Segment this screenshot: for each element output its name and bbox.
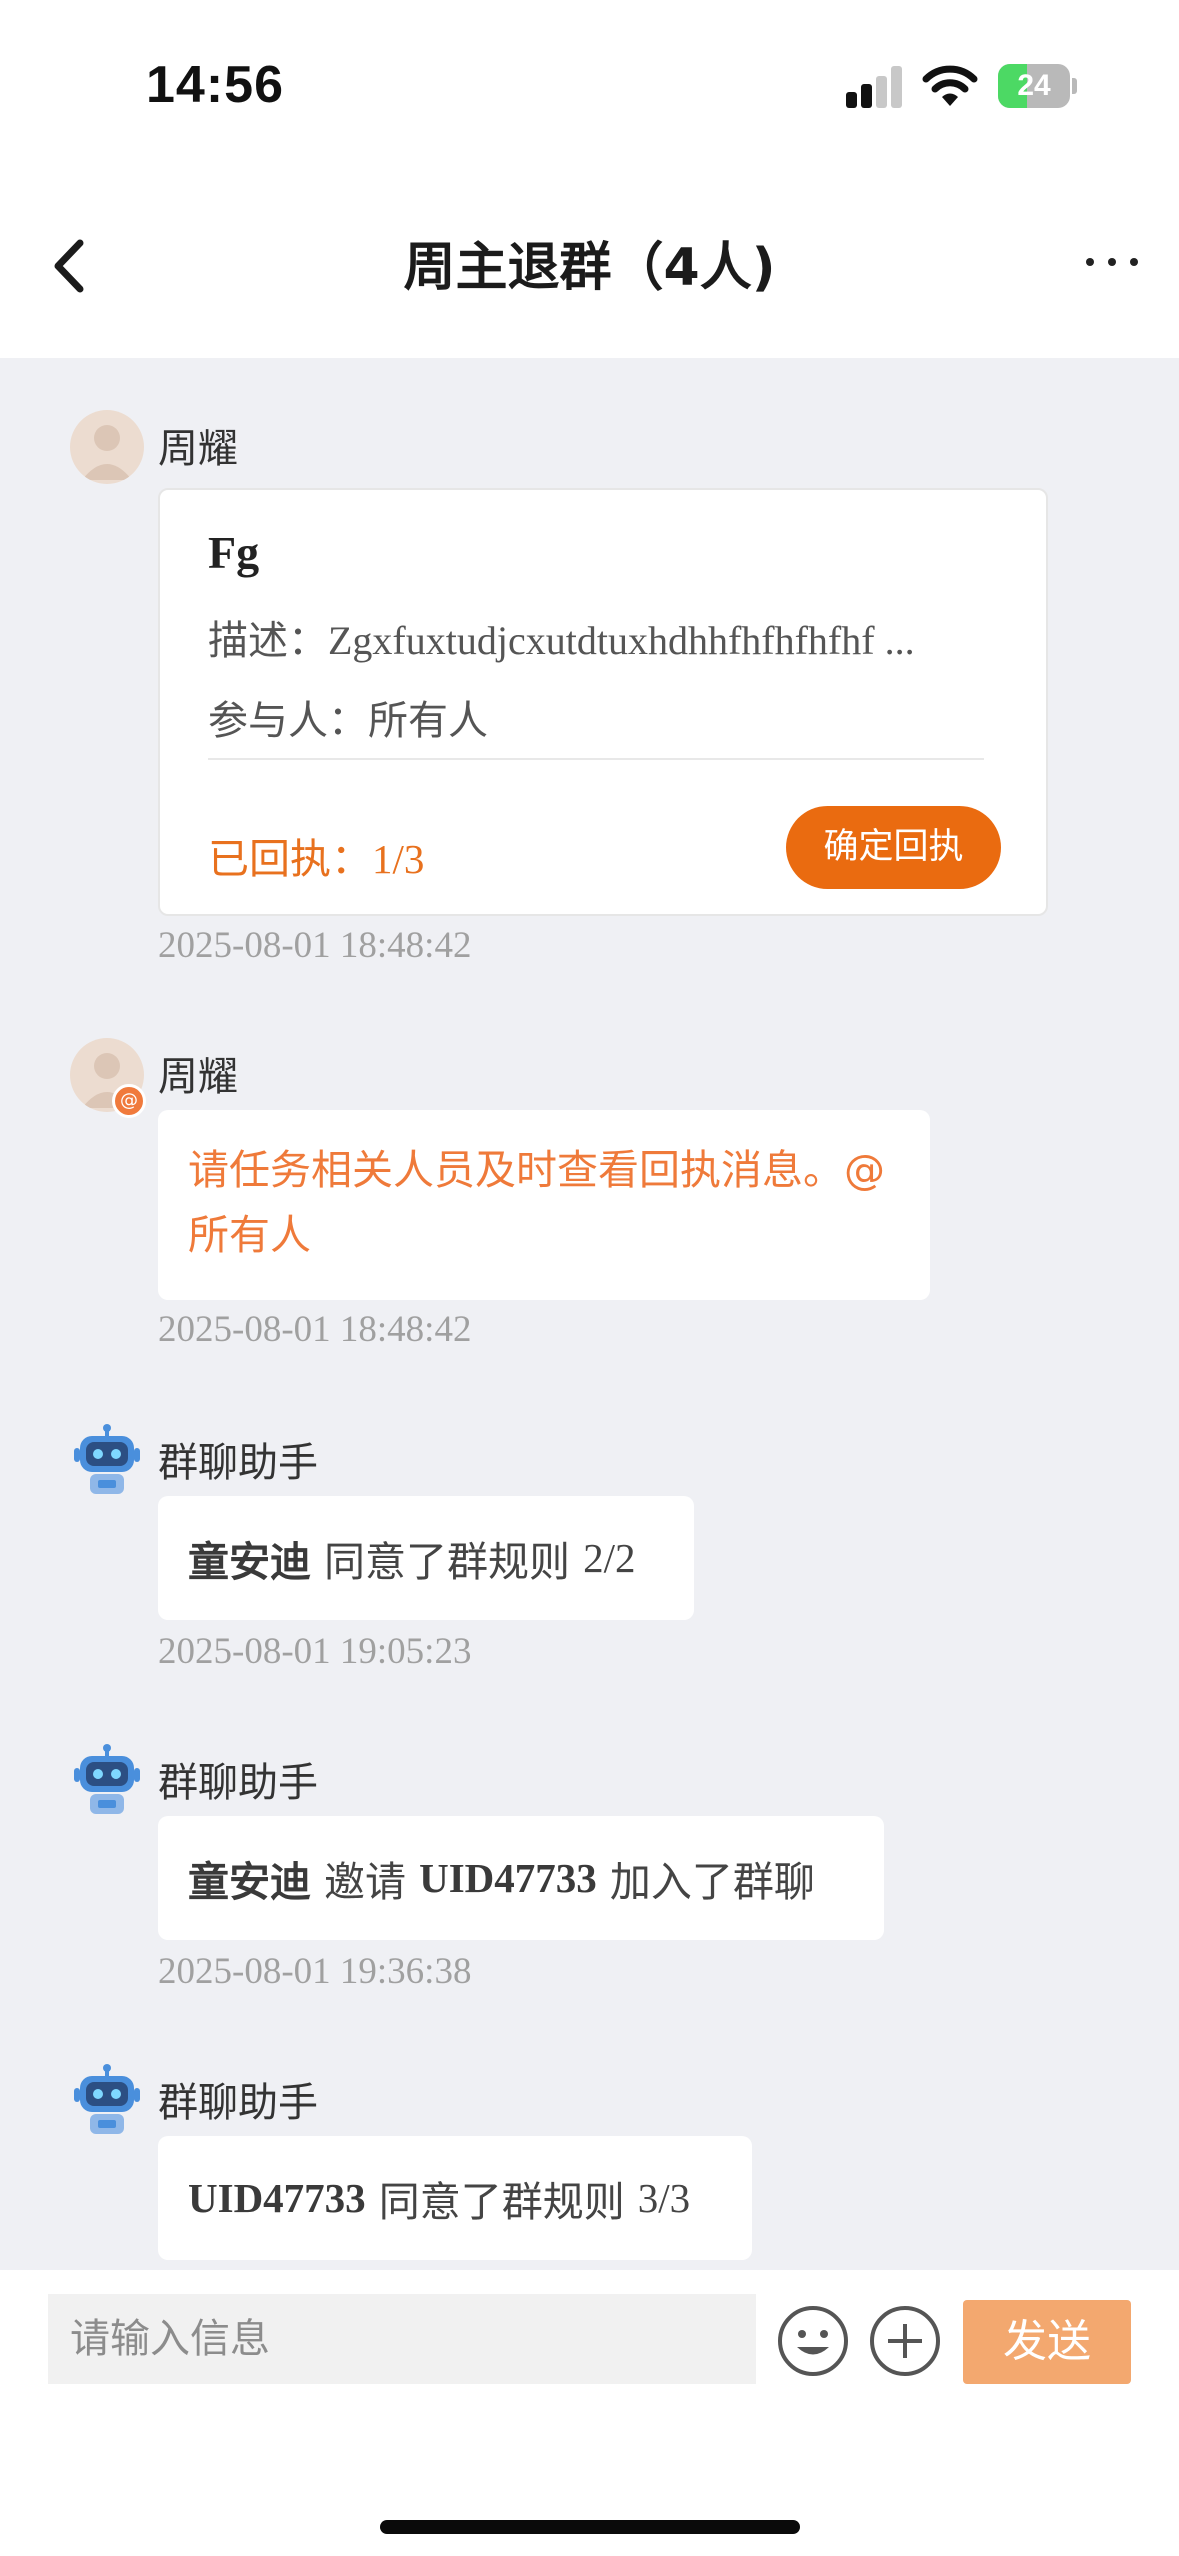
receipt-count: 1/3	[372, 836, 425, 882]
sender-name: 周耀	[158, 1054, 238, 1100]
task-description: 描述：Zgxfuxtudjcxutdtuxhdhhfhfhfhfhf ...	[208, 608, 915, 666]
chat-screen: 14:56 24 周主退群（4人) 周耀 Fg 描述：Zgxfuxtudjcxu…	[0, 0, 1179, 2556]
message-timestamp: 2025-08-01 18:48:42	[158, 1309, 472, 1350]
wifi-icon	[922, 65, 978, 106]
message-timestamp: 2025-08-01 18:48:42	[158, 925, 472, 966]
robot-icon[interactable]	[70, 1424, 144, 1498]
message-text: 童安迪 同意了群规则 2/2	[188, 1496, 636, 1620]
send-button[interactable]: 发送	[963, 2300, 1131, 2384]
user-avatar[interactable]	[70, 410, 144, 484]
message-bubble[interactable]: UID47733 同意了群规则 3/3	[158, 2136, 752, 2260]
signal-icon	[846, 66, 904, 108]
chat-message-list[interactable]: 周耀 Fg 描述：Zgxfuxtudjcxutdtuxhdhhfhfhfhfhf…	[0, 358, 1179, 2270]
home-indicator[interactable]	[380, 2520, 800, 2534]
message-input-bar: 发送	[0, 2270, 1179, 2556]
emoji-smile-icon[interactable]	[776, 2304, 850, 2378]
plus-circle-icon[interactable]	[868, 2304, 942, 2378]
battery-level: 24	[1017, 69, 1051, 102]
robot-icon[interactable]	[70, 1744, 144, 1818]
member-name: 童安迪	[188, 1858, 311, 1906]
nav-header: 周主退群（4人)	[0, 175, 1179, 358]
message-text: UID47733 同意了群规则 3/3	[188, 2136, 690, 2260]
message-timestamp: 2025-08-01 19:05:23	[158, 1631, 472, 1672]
message-text: 请任务相关人员及时查看回执消息。@所有人	[188, 1146, 885, 1259]
rule-count: 3/3	[637, 2175, 691, 2221]
message-timestamp: 2025-08-01 19:36:38	[158, 1951, 472, 1992]
member-uid: UID47733	[419, 1855, 597, 1901]
participants-value: 所有人	[368, 698, 488, 744]
description-label: 描述：	[208, 618, 328, 664]
message-text: 童安迪 邀请 UID47733 加入了群聊	[188, 1816, 815, 1940]
sender-name: 群聊助手	[158, 2080, 318, 2126]
sender-name: 群聊助手	[158, 1760, 318, 1806]
action-text-end: 加入了群聊	[609, 1858, 815, 1906]
confirm-receipt-button[interactable]: 确定回执	[786, 806, 1001, 889]
rule-count: 2/2	[583, 1535, 636, 1581]
task-card[interactable]: Fg 描述：Zgxfuxtudjcxutdtuxhdhhfhfhfhfhf ..…	[158, 488, 1048, 916]
card-divider	[208, 758, 984, 760]
task-title: Fg	[208, 527, 260, 578]
sender-name: 群聊助手	[158, 1440, 318, 1486]
participants-label: 参与人：	[208, 698, 368, 744]
receipt-status: 已回执：1/3	[208, 825, 424, 885]
action-text: 同意了群规则	[378, 2178, 625, 2226]
message-bubble[interactable]: 童安迪 邀请 UID47733 加入了群聊	[158, 1816, 884, 1940]
member-uid: UID47733	[188, 2175, 366, 2221]
battery-icon: 24	[998, 64, 1077, 108]
robot-icon[interactable]	[70, 2064, 144, 2138]
message-input[interactable]	[48, 2294, 756, 2384]
mention-badge-icon: @	[112, 1084, 146, 1118]
more-options-button[interactable]	[1082, 230, 1142, 290]
description-value: Zgxfuxtudjcxutdtuxhdhhfhfhfhfhf ...	[328, 618, 915, 663]
action-text: 邀请	[324, 1858, 407, 1906]
task-participants: 参与人：所有人	[208, 688, 488, 746]
message-bubble[interactable]: 童安迪 同意了群规则 2/2	[158, 1496, 694, 1620]
member-name: 童安迪	[188, 1538, 311, 1586]
action-text: 同意了群规则	[324, 1538, 571, 1586]
sender-name: 周耀	[158, 426, 238, 472]
message-bubble[interactable]: 请任务相关人员及时查看回执消息。@所有人	[158, 1110, 930, 1300]
receipt-label: 已回执：	[208, 835, 372, 883]
status-time: 14:56	[146, 56, 284, 114]
status-bar: 14:56 24	[0, 0, 1179, 175]
page-title: 周主退群（4人)	[403, 238, 776, 298]
